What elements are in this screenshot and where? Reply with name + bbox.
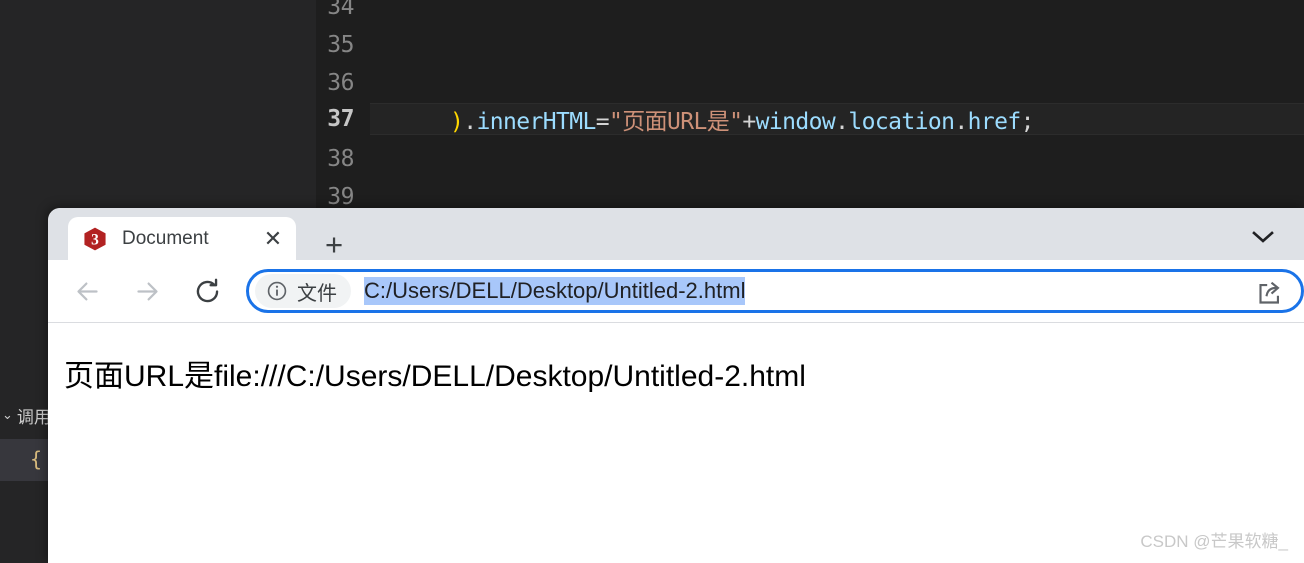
- reload-icon[interactable]: [186, 270, 228, 312]
- token-plus: +: [742, 109, 756, 135]
- vscode-panel-scrap: ⌄ 调用 {: [0, 395, 48, 563]
- file-chip-label: 文件: [297, 282, 337, 305]
- page-body-text: 页面URL是file:///C:/Users/DELL/Desktop/Unti…: [64, 360, 806, 393]
- url-input[interactable]: C:/Users/DELL/Desktop/Untitled-2.html: [364, 277, 746, 305]
- code-row-active[interactable]: 37 ).innerHTML="页面URL是"+window.location.…: [316, 100, 1304, 138]
- address-bar[interactable]: 文件 C:/Users/DELL/Desktop/Untitled-2.html: [246, 269, 1304, 313]
- token-semicolon: ;: [1020, 109, 1035, 135]
- line-number: 34: [327, 0, 354, 20]
- panel-section-label: 调用: [16, 407, 48, 427]
- line-number-active: 37: [327, 106, 354, 132]
- token-string: "页面URL是": [608, 109, 743, 135]
- code-row[interactable]: 34: [316, 0, 1304, 26]
- token-href: href: [967, 109, 1022, 135]
- code-row[interactable]: 35: [316, 26, 1304, 64]
- code-row[interactable]: 36: [316, 64, 1304, 102]
- token-dot: .: [954, 109, 968, 135]
- chevron-down-icon[interactable]: ⌄: [2, 407, 13, 423]
- browser-window: 3 Document ✕ + 文件 C:/Users/DELL/Desktop/…: [48, 208, 1304, 563]
- svg-text:3: 3: [91, 231, 99, 248]
- token-property: innerHTML: [476, 109, 597, 135]
- watermark: CSDN @芒果软糖_: [1140, 532, 1288, 551]
- line-number: 36: [327, 70, 354, 96]
- token-location: location: [848, 109, 955, 135]
- line-number: 39: [327, 184, 354, 210]
- code-row[interactable]: 38: [316, 140, 1304, 178]
- panel-section-header[interactable]: ⌄ 调用: [0, 395, 48, 435]
- tab-strip: 3 Document ✕ +: [48, 208, 1304, 260]
- html-document-favicon: 3: [84, 227, 106, 250]
- line-number: 35: [327, 32, 354, 58]
- browser-toolbar: 文件 C:/Users/DELL/Desktop/Untitled-2.html: [48, 260, 1304, 322]
- plus-icon[interactable]: +: [316, 226, 352, 262]
- share-icon[interactable]: [1251, 275, 1287, 310]
- token-paren: ): [450, 109, 464, 135]
- tab-document[interactable]: 3 Document ✕: [68, 217, 296, 260]
- close-icon[interactable]: ✕: [258, 224, 288, 254]
- token-window: window: [755, 109, 836, 135]
- info-circle-icon: [267, 281, 287, 301]
- token-equals: =: [595, 109, 610, 135]
- file-scheme-chip[interactable]: 文件: [255, 274, 351, 308]
- token-dot: .: [835, 109, 849, 135]
- chevron-down-icon[interactable]: [1244, 222, 1282, 252]
- code-line-content[interactable]: ).innerHTML="页面URL是"+window.location.hre…: [450, 102, 1035, 136]
- line-number: 38: [327, 146, 354, 172]
- arrow-right-icon[interactable]: [126, 270, 168, 312]
- token-dot: .: [463, 109, 477, 135]
- panel-row-glyph: {: [30, 447, 43, 471]
- page-viewport: 页面URL是file:///C:/Users/DELL/Desktop/Unti…: [48, 322, 1304, 563]
- arrow-left-icon[interactable]: [66, 270, 108, 312]
- tab-title: Document: [122, 227, 209, 249]
